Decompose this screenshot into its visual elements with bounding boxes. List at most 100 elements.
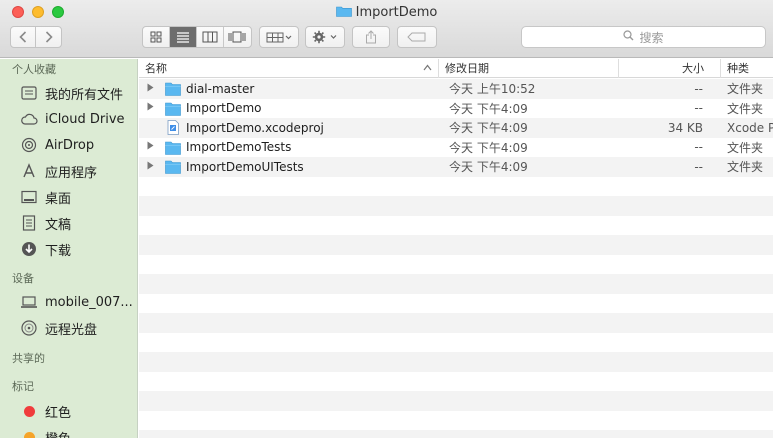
empty-row <box>139 235 773 255</box>
empty-row <box>139 196 773 216</box>
share-button[interactable] <box>352 26 390 48</box>
column-size-label: 大小 <box>682 62 704 75</box>
finder-window: ImportDemo 搜索 个人收藏 我的所有文件 iCloud Drive A… <box>0 0 773 438</box>
icon-view-button[interactable] <box>143 27 170 47</box>
empty-row <box>139 352 773 372</box>
back-button[interactable] <box>10 26 36 48</box>
empty-row <box>139 411 773 431</box>
sidebar-item-desktop[interactable]: 桌面 <box>0 185 137 209</box>
file-date: 今天 上午10:52 <box>449 82 536 97</box>
sidebar-item-applications[interactable]: 应用程序 <box>0 159 137 183</box>
favorites-header: 个人收藏 <box>12 63 56 76</box>
folder-icon <box>165 102 181 116</box>
folder-icon <box>165 160 181 174</box>
laptop-icon <box>20 293 38 311</box>
search-icon <box>623 30 634 44</box>
sidebar-item-label: mobile_007... <box>45 294 133 310</box>
sidebar-item-downloads[interactable]: 下载 <box>0 237 137 261</box>
column-header-name[interactable]: 名称 <box>139 59 439 78</box>
chevron-right-icon <box>45 31 53 43</box>
window-title-text: ImportDemo <box>355 5 438 20</box>
sidebar-item-documents[interactable]: 文稿 <box>0 211 137 235</box>
file-row[interactable]: dial-master 今天 上午10:52 -- 文件夹 <box>139 79 773 99</box>
file-size: -- <box>694 81 703 96</box>
downloads-icon <box>20 240 38 258</box>
column-date-label: 修改日期 <box>445 62 489 75</box>
red-tag-dot-icon <box>20 402 38 420</box>
search-field[interactable]: 搜索 <box>521 26 766 48</box>
empty-row <box>139 333 773 353</box>
empty-row <box>139 216 773 236</box>
sidebar-item-label: 我的所有文件 <box>45 87 124 103</box>
toolbar: ImportDemo 搜索 <box>0 0 773 58</box>
sidebar-item-label: AirDrop <box>45 137 95 153</box>
empty-row <box>139 430 773 438</box>
column-header-kind[interactable]: 种类 <box>721 59 773 78</box>
tag-color-dot <box>23 405 35 417</box>
forward-button[interactable] <box>35 26 62 48</box>
cover-flow-icon <box>228 31 246 43</box>
column-view-button[interactable] <box>197 27 224 47</box>
sidebar-item-remote-disc[interactable]: 远程光盘 <box>0 316 137 340</box>
xcode-project-icon <box>167 120 179 135</box>
column-header-date[interactable]: 修改日期 <box>439 59 619 78</box>
sidebar-item-all-files[interactable]: 我的所有文件 <box>0 81 137 105</box>
tags-header: 标记 <box>12 380 34 393</box>
sidebar-item-label: 桌面 <box>45 191 72 207</box>
file-date: 今天 下午4:09 <box>449 140 528 155</box>
column-header-size[interactable]: 大小 <box>619 59 721 78</box>
file-kind: 文件夹 <box>727 160 764 175</box>
sidebar-item-airdrop[interactable]: AirDrop <box>0 133 137 157</box>
sidebar-item-mobile-device[interactable]: mobile_007... <box>0 290 137 314</box>
file-size: -- <box>694 101 703 116</box>
file-date: 今天 下午4:09 <box>449 101 528 116</box>
file-row[interactable]: ImportDemoTests 今天 下午4:09 -- 文件夹 <box>139 138 773 158</box>
search-placeholder: 搜索 <box>639 30 664 45</box>
view-mode-control <box>142 26 252 48</box>
list-view-button[interactable] <box>170 27 197 47</box>
file-name: ImportDemo <box>186 101 262 116</box>
disclosure-triangle-icon[interactable] <box>147 141 157 153</box>
sidebar-item-icloud-drive[interactable]: iCloud Drive <box>0 107 137 131</box>
folder-icon <box>335 6 352 17</box>
action-button[interactable] <box>305 26 345 48</box>
tag-color-dot <box>23 431 35 438</box>
sidebar-item-tag-orange[interactable]: 橙色 <box>0 425 137 438</box>
tag-button[interactable] <box>397 26 437 48</box>
file-row[interactable]: ImportDemoUITests 今天 下午4:09 -- 文件夹 <box>139 157 773 177</box>
file-row[interactable]: ImportDemo.xcodeproj 今天 下午4:09 34 KB Xco… <box>139 118 773 138</box>
sidebar-item-tag-red[interactable]: 红色 <box>0 399 137 423</box>
disclosure-triangle-icon[interactable] <box>147 161 157 173</box>
file-kind: Xcode P <box>727 120 773 135</box>
file-list: 名称 修改日期 大小 种类 dial-master 今天 上午10:52 -- … <box>139 59 773 438</box>
column-header: 名称 修改日期 大小 种类 <box>139 59 773 78</box>
gallery-view-button[interactable] <box>224 27 251 47</box>
disclosure-triangle-icon[interactable] <box>147 102 157 114</box>
empty-row <box>139 255 773 275</box>
sidebar-item-label: 下载 <box>45 243 72 259</box>
sidebar-item-label: 红色 <box>45 405 72 421</box>
disclosure-triangle-icon[interactable] <box>147 83 157 95</box>
file-kind: 文件夹 <box>727 101 764 116</box>
file-name: ImportDemoUITests <box>186 159 304 174</box>
column-name-label: 名称 <box>145 62 167 75</box>
file-kind: 文件夹 <box>727 82 764 97</box>
file-size: 34 KB <box>667 120 703 135</box>
file-size: -- <box>694 140 703 155</box>
window-title: ImportDemo <box>0 4 773 22</box>
sidebar-item-label: 文稿 <box>45 217 72 233</box>
tag-icon <box>407 32 426 42</box>
file-name: ImportDemo.xcodeproj <box>186 120 324 135</box>
group-by-button[interactable] <box>259 26 299 48</box>
file-row[interactable]: ImportDemo 今天 下午4:09 -- 文件夹 <box>139 99 773 119</box>
sidebar-item-label: 橙色 <box>45 428 71 438</box>
airdrop-icon <box>20 136 38 154</box>
folder-icon <box>165 82 181 96</box>
sidebar-item-label: 应用程序 <box>45 165 98 181</box>
disc-icon <box>20 319 38 337</box>
list-icon <box>177 32 189 43</box>
empty-row <box>139 294 773 314</box>
empty-row <box>139 372 773 392</box>
empty-row <box>139 177 773 197</box>
empty-row <box>139 313 773 333</box>
